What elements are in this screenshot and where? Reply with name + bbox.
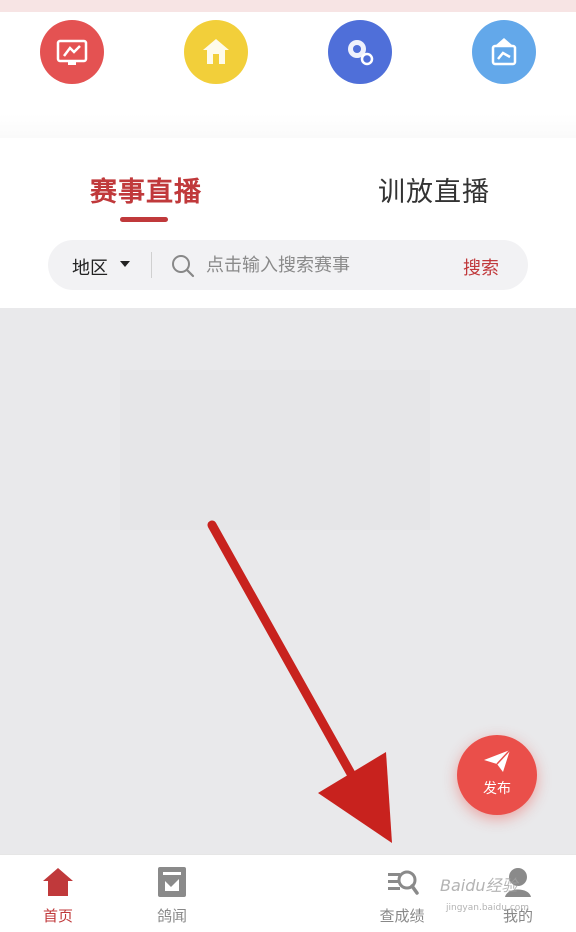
search-icon (172, 255, 195, 278)
search-bar: 地区 搜索 (48, 240, 528, 290)
icon-row-shade (0, 114, 576, 138)
tabbar-item-results[interactable]: 查成绩 (362, 865, 442, 926)
tabbar-label: 首页 (42, 907, 73, 925)
publish-button[interactable]: 发布 (457, 735, 537, 815)
news-icon (158, 867, 186, 897)
watermark: Baidu经验 (440, 876, 518, 895)
tab-race-live[interactable]: 赛事直播 (90, 170, 202, 209)
caret-down-icon[interactable] (120, 261, 130, 267)
watermark-url: jingyan.baidu.com (446, 903, 530, 913)
pigeon-loft-icon[interactable] (472, 20, 536, 84)
active-tab-indicator (120, 217, 168, 222)
search-results-icon (388, 870, 419, 895)
search-divider (151, 252, 152, 278)
quick-icon-row (0, 16, 576, 138)
search-button[interactable]: 搜索 (463, 254, 499, 280)
region-selector[interactable]: 地区 (72, 254, 108, 280)
content-placeholder (120, 370, 430, 530)
tabbar-label: 查成绩 (379, 907, 425, 925)
tabbar-item-news[interactable]: 鸽闻 (132, 865, 212, 926)
tabbar-label: 鸽闻 (156, 907, 187, 925)
home-icon[interactable] (184, 20, 248, 84)
publish-label: 发布 (483, 781, 511, 797)
search-input[interactable] (206, 251, 446, 279)
top-banner-strip (0, 0, 576, 12)
app-screen: 赛事直播 训放直播 地区 搜索 发布 首页 (0, 0, 576, 932)
home-icon (43, 868, 73, 896)
tab-training-live[interactable]: 训放直播 (378, 170, 490, 209)
location-pin-icon[interactable] (328, 20, 392, 84)
tabbar-item-home[interactable]: 首页 (18, 865, 98, 926)
paper-plane-icon (484, 749, 511, 772)
pigeon-screen-icon[interactable] (40, 20, 104, 84)
